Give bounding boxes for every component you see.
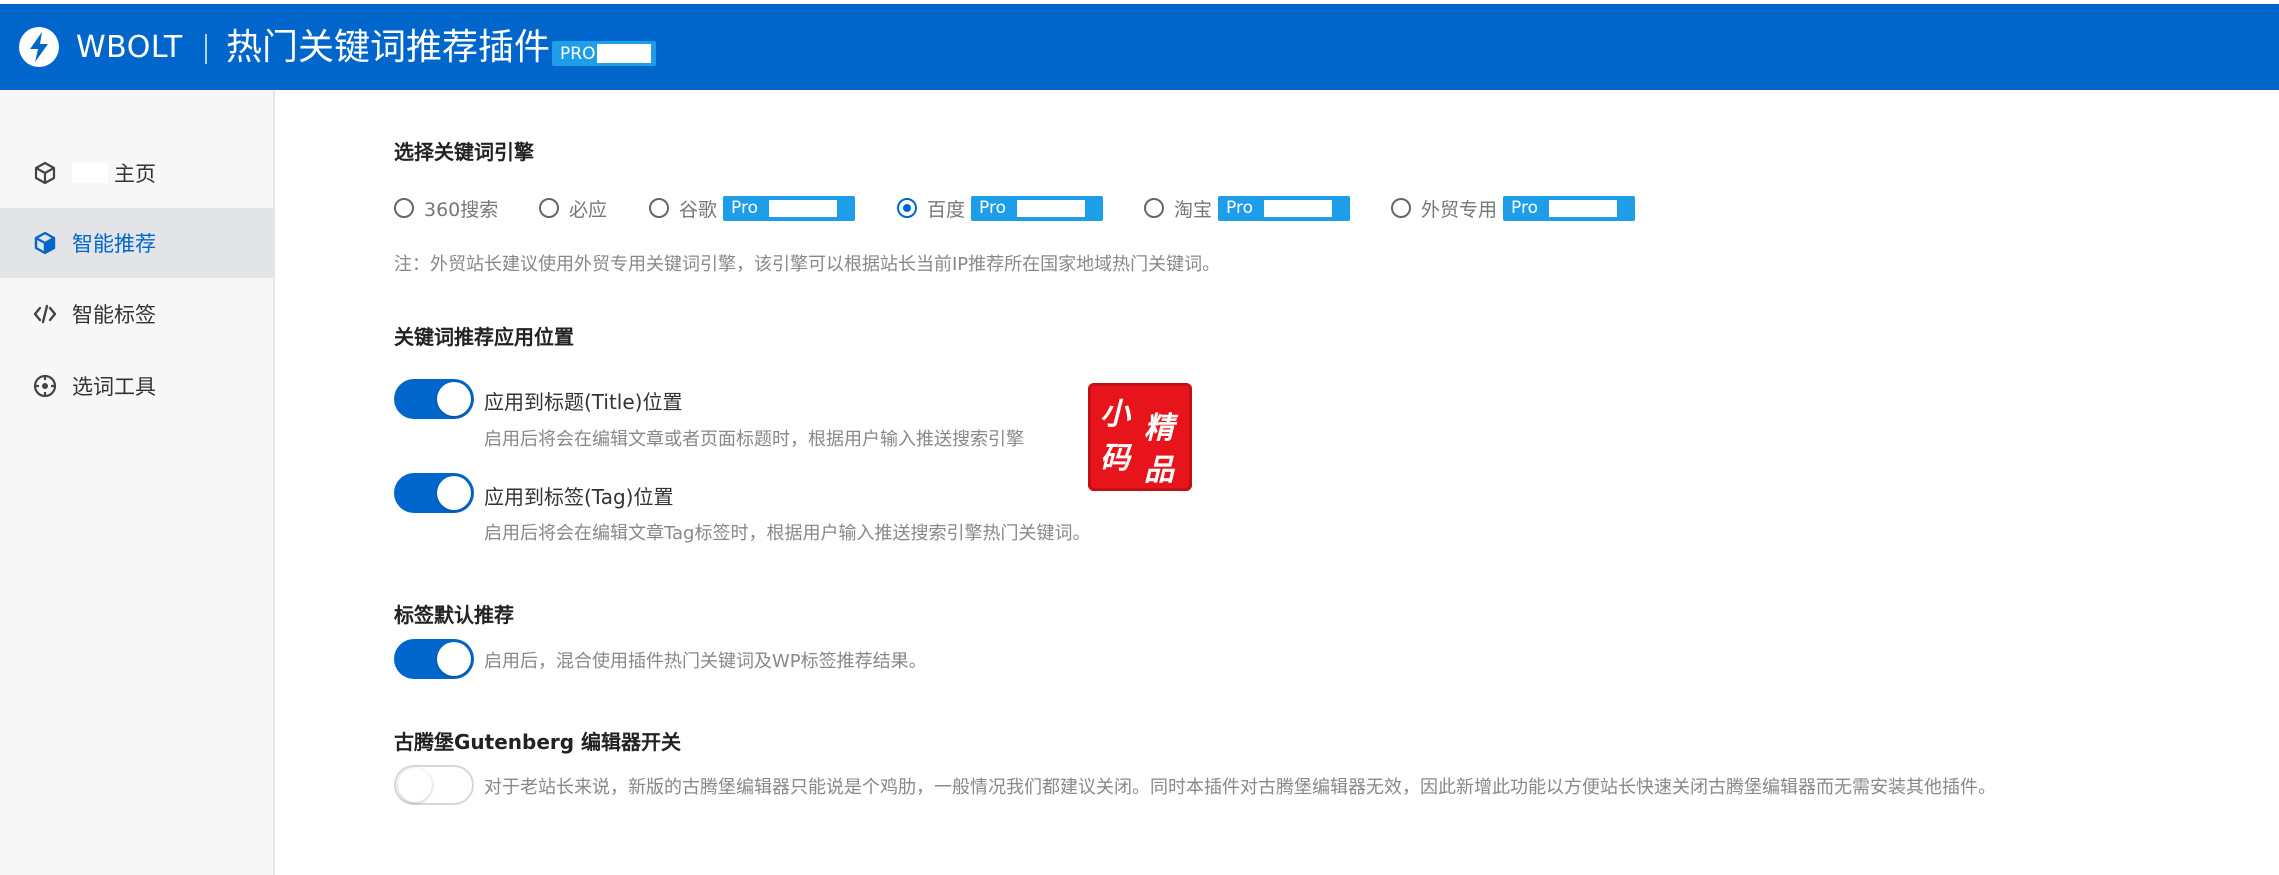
gutenberg-desc: 对于老站长来说，新版的古腾堡编辑器只能说是个鸡肋，一般情况我们都建议关闭。同时本… <box>484 777 1996 798</box>
app-header: WBOLT 热门关键词推荐插件 PRO <box>0 4 2279 90</box>
position-section-title: 关键词推荐应用位置 <box>394 325 574 349</box>
header-divider <box>205 34 207 64</box>
sidebar-item-smart-tags[interactable]: 智能标签 <box>0 279 273 349</box>
redaction-mask <box>1264 199 1333 217</box>
bolt-logo-icon <box>19 27 59 67</box>
sidebar-item-label: 智能标签 <box>72 303 156 327</box>
cube-outline-icon <box>34 161 56 185</box>
radio-label: 必应 <box>569 198 608 221</box>
toggle-knob <box>437 642 471 676</box>
pro-tag-label: Pro <box>1226 198 1253 218</box>
radio-google[interactable]: 谷歌 Pro <box>649 193 856 223</box>
radio-label: 谷歌 <box>679 198 718 221</box>
gutenberg-toggle[interactable] <box>394 765 474 805</box>
cube-icon <box>34 231 56 255</box>
radio-label: 360搜索 <box>424 198 499 221</box>
sidebar-item-label: 智能推荐 <box>72 232 156 256</box>
pro-tag: Pro <box>1503 195 1636 221</box>
radio-circle[interactable] <box>539 198 559 218</box>
redaction-mask <box>1017 199 1086 217</box>
redaction-mask <box>72 163 108 183</box>
engine-section-title: 选择关键词引擎 <box>394 140 534 164</box>
sidebar-item-label: 主页 <box>114 162 156 186</box>
tag-default-title: 标签默认推荐 <box>394 603 514 627</box>
pro-badge: PRO <box>552 41 656 66</box>
stamp-char: 品 <box>1144 453 1174 488</box>
pro-tag: Pro <box>1218 195 1351 221</box>
tag-position-toggle[interactable] <box>394 473 474 513</box>
radio-circle[interactable] <box>394 198 414 218</box>
sidebar-item-label: 选词工具 <box>72 375 156 399</box>
redaction-mask <box>1549 199 1618 217</box>
radio-circle[interactable] <box>1391 198 1411 218</box>
pro-tag: Pro <box>971 195 1104 221</box>
pro-badge-label: PRO <box>560 43 596 64</box>
radio-label: 外贸专用 <box>1421 198 1498 221</box>
title-position-toggle[interactable] <box>394 379 474 419</box>
stamp-char: 小 <box>1100 397 1130 432</box>
brand-name: WBOLT <box>76 30 183 65</box>
stamp-char: 码 <box>1100 441 1130 476</box>
radio-circle-checked[interactable] <box>897 198 917 218</box>
title-position-label: 应用到标题(Title)位置 <box>484 390 683 414</box>
tag-position-desc: 启用后将会在编辑文章Tag标签时，根据用户输入推送搜索引擎热门关键词。 <box>484 523 1091 544</box>
redaction-mask <box>597 44 652 63</box>
gutenberg-title: 古腾堡Gutenberg 编辑器开关 <box>394 730 682 754</box>
code-icon <box>33 304 57 324</box>
watermark-stamp: 小 精 码 品 <box>1088 383 1192 491</box>
sidebar-item-home[interactable]: 主页 <box>0 138 273 208</box>
sidebar-item-smart-recommend[interactable]: 智能推荐 <box>0 208 273 278</box>
sidebar-item-keyword-tool[interactable]: 选词工具 <box>0 351 273 421</box>
tag-default-toggle[interactable] <box>394 639 474 679</box>
radio-bing[interactable]: 必应 <box>539 193 607 223</box>
pro-tag-label: Pro <box>731 198 758 218</box>
toggle-knob <box>437 382 471 416</box>
radio-baidu[interactable]: 百度 Pro <box>897 193 1104 223</box>
tag-default-desc: 启用后，混合使用插件热门关键词及WP标签推荐结果。 <box>484 651 927 672</box>
radio-taobao[interactable]: 淘宝 Pro <box>1144 193 1351 223</box>
pro-tag-label: Pro <box>1511 198 1538 218</box>
target-icon <box>33 374 57 398</box>
pro-tag: Pro <box>723 195 856 221</box>
stamp-char: 精 <box>1144 411 1174 446</box>
pro-tag-label: Pro <box>979 198 1006 218</box>
title-position-desc: 启用后将会在编辑文章或者页面标题时，根据用户输入推送搜索引擎 <box>484 429 1024 450</box>
engine-note: 注：外贸站长建议使用外贸专用关键词引擎，该引擎可以根据站长当前IP推荐所在国家地… <box>394 254 1221 275</box>
tag-position-label: 应用到标签(Tag)位置 <box>484 485 674 509</box>
radio-circle[interactable] <box>649 198 669 218</box>
redaction-mask <box>769 199 838 217</box>
radio-circle[interactable] <box>1144 198 1164 218</box>
page-title: 热门关键词推荐插件 <box>226 27 551 68</box>
radio-label: 百度 <box>927 198 966 221</box>
toggle-knob <box>398 768 432 802</box>
sidebar: 主页 智能推荐 智能标签 选词工具 <box>0 90 275 875</box>
radio-label: 淘宝 <box>1174 198 1213 221</box>
toggle-knob <box>437 476 471 510</box>
radio-foreign-trade[interactable]: 外贸专用 Pro <box>1391 193 1636 223</box>
radio-360[interactable]: 360搜索 <box>394 193 498 223</box>
